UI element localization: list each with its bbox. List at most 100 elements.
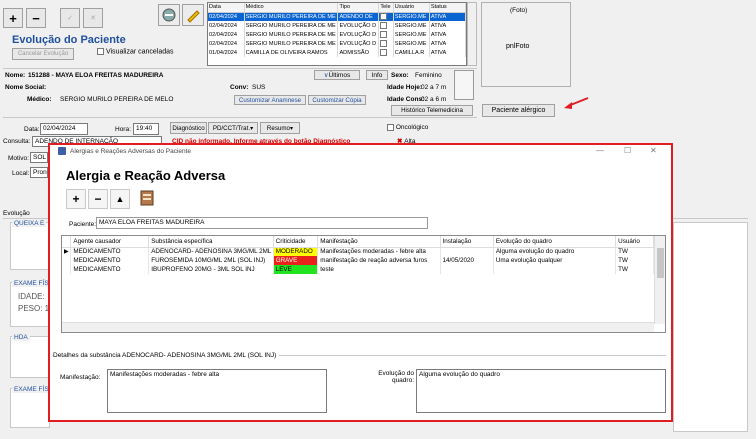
cell-agent: MEDICAMENTO bbox=[70, 247, 150, 256]
table-header-row: Agente causador Substância específica Cr… bbox=[62, 236, 654, 248]
tele-checkbox[interactable] bbox=[378, 48, 394, 57]
table-vertical-scrollbar[interactable] bbox=[654, 236, 665, 324]
queixa-label: QUEIXA E bbox=[12, 220, 47, 227]
time-field[interactable]: 19:40 bbox=[133, 123, 159, 135]
tools-icon[interactable] bbox=[158, 4, 180, 26]
tele-checkbox[interactable] bbox=[378, 21, 394, 30]
allergy-table[interactable]: Agente causador Substância específica Cr… bbox=[61, 235, 666, 333]
cell-user: SERGIO.ME bbox=[393, 39, 430, 48]
cell-status: ATIVA bbox=[429, 12, 466, 21]
hda-box[interactable] bbox=[10, 336, 50, 378]
table-row[interactable]: 02/04/2024 SERGIO MURILO PEREIRA DE ME EVO… bbox=[208, 30, 466, 39]
add-button[interactable]: + bbox=[3, 8, 23, 28]
cell-evolution: Alguma evolução do quadro bbox=[493, 247, 617, 256]
info-button[interactable]: Info bbox=[366, 70, 388, 80]
cell-manifestation: Manifestações moderadas - febre alta bbox=[317, 247, 441, 256]
cell-agent: MEDICAMENTO bbox=[70, 256, 150, 265]
tele-checkbox[interactable] bbox=[378, 39, 394, 48]
conv-label: Conv: bbox=[230, 84, 249, 91]
evolution-textarea[interactable]: Alguma evolução do quadro bbox=[416, 369, 666, 413]
column-header[interactable]: Substância específica bbox=[148, 236, 274, 248]
allergic-patient-button[interactable]: Paciente alérgico bbox=[482, 104, 555, 117]
patient-field[interactable]: MAYA ELOA FREITAS MADUREIRA bbox=[96, 217, 428, 229]
photo-panel: (Foto) pnlFoto bbox=[481, 2, 571, 87]
customize-copy-button[interactable]: Customizar Cópia bbox=[308, 95, 366, 105]
last-button[interactable]: ∨ Últimos bbox=[314, 70, 360, 80]
column-header[interactable]: Data bbox=[208, 3, 245, 13]
column-header[interactable]: Usuário bbox=[615, 236, 654, 248]
table-row[interactable]: 02/04/2024 SERGIO MURILO PEREIRA DE ME ADE… bbox=[208, 12, 466, 21]
queixa-box[interactable] bbox=[10, 222, 50, 270]
column-header[interactable]: Criticidade bbox=[273, 236, 319, 248]
column-header[interactable]: Evolução do quadro bbox=[493, 236, 617, 248]
cell-agent: MEDICAMENTO bbox=[70, 265, 150, 274]
column-header[interactable]: Tipo bbox=[337, 3, 380, 13]
row-indicator: ▶ bbox=[62, 247, 72, 256]
confirm-button[interactable]: ✓ bbox=[60, 8, 80, 28]
edit-icon[interactable] bbox=[182, 4, 204, 26]
tele-history-button[interactable]: Histórico Telemedicina bbox=[391, 105, 473, 116]
table-row[interactable]: ▶ MEDICAMENTO ADENOCARD- ADENOSINA 3MG/ML … bbox=[62, 247, 654, 256]
column-header[interactable]: Instalação bbox=[440, 236, 494, 248]
pdcct-button[interactable]: PD/CCT/Trat. ▾ bbox=[208, 122, 258, 134]
cell-user: TW bbox=[615, 265, 654, 274]
column-header[interactable]: Médico bbox=[244, 3, 339, 13]
view-cancelled-checkbox[interactable]: Visualizar canceladas bbox=[97, 48, 174, 55]
diagnosis-button[interactable]: Diagnóstico bbox=[170, 122, 207, 134]
customize-anamnese-button[interactable]: Customizar Anamnese bbox=[234, 95, 306, 105]
oncologic-checkbox[interactable]: Oncológico bbox=[387, 124, 428, 131]
view-cancelled-label: Visualizar canceladas bbox=[105, 48, 174, 56]
header-table-scrollbar[interactable] bbox=[467, 2, 477, 66]
local-label: Local: bbox=[12, 170, 30, 177]
remove-button[interactable]: − bbox=[26, 8, 46, 28]
cell-user: CAMILLA.R bbox=[393, 48, 430, 57]
cancel-button[interactable]: ✕ bbox=[83, 8, 103, 28]
column-header[interactable]: Usuário bbox=[393, 3, 430, 13]
table-row[interactable]: MEDICAMENTO IBUPROFENO 20MG - 3ML SOL INJ… bbox=[62, 265, 654, 274]
minimize-icon[interactable]: — bbox=[596, 146, 604, 155]
cell-installation bbox=[440, 247, 494, 256]
cell-date: 02/04/2024 bbox=[208, 21, 245, 30]
column-header[interactable]: Manifestação bbox=[317, 236, 441, 248]
motive-field[interactable]: SOL bbox=[30, 152, 48, 163]
add-allergy-button[interactable]: + bbox=[66, 189, 86, 209]
evolution-label: Evolução do quadro: bbox=[378, 370, 414, 384]
tele-checkbox[interactable] bbox=[378, 30, 394, 39]
maximize-icon[interactable]: ☐ bbox=[624, 146, 631, 155]
tab-evolution[interactable]: Evolução bbox=[3, 210, 30, 217]
age-cons-label: Idade Cons: bbox=[387, 96, 425, 103]
cell-doctor: SERGIO MURILO PEREIRA DE ME bbox=[244, 30, 339, 39]
evolution-history-table[interactable]: Data Médico Tipo Tele Usuário Status 02/… bbox=[207, 2, 467, 66]
summary-button[interactable]: Resumo ▾ bbox=[260, 122, 300, 134]
table-row[interactable]: 01/04/2024 CAMILLA DE OLIVEIRA RAMOS ADMIS… bbox=[208, 48, 466, 57]
date-label: Data: bbox=[24, 126, 40, 133]
table-horizontal-scrollbar[interactable] bbox=[62, 322, 654, 332]
right-edit-area[interactable] bbox=[673, 222, 748, 432]
table-row[interactable]: 02/04/2024 SERGIO MURILO PEREIRA DE ME EVO… bbox=[208, 21, 466, 30]
remove-allergy-button[interactable]: − bbox=[88, 189, 108, 209]
cell-date: 02/04/2024 bbox=[208, 12, 245, 21]
patient-thumbnail bbox=[454, 70, 474, 100]
manifestation-textarea[interactable]: Manifestações moderadas - febre alta bbox=[107, 369, 327, 413]
book-icon[interactable] bbox=[136, 187, 158, 209]
checkbox-icon bbox=[97, 48, 104, 55]
column-header[interactable]: Status bbox=[429, 3, 466, 13]
cancel-evolution-button[interactable]: Cancelar Evolução bbox=[12, 48, 74, 60]
scrollbar-thumb[interactable] bbox=[657, 248, 664, 278]
tele-checkbox[interactable] bbox=[378, 12, 394, 21]
manifestation-label: Manifestação: bbox=[60, 374, 101, 381]
table-row[interactable]: MEDICAMENTO FUROSEMIDA 10MG/ML 2ML (SOL I… bbox=[62, 256, 654, 265]
close-icon[interactable]: ✕ bbox=[650, 146, 657, 155]
cell-date: 02/04/2024 bbox=[208, 30, 245, 39]
local-field[interactable]: Pron bbox=[30, 167, 48, 178]
cell-substance: FUROSEMIDA 10MG/ML 2ML (SOL INJ) bbox=[148, 256, 274, 265]
move-up-button[interactable]: ▲ bbox=[110, 189, 130, 209]
date-field[interactable]: 02/04/2024 bbox=[40, 123, 88, 135]
photo-caption: (Foto) bbox=[510, 7, 528, 14]
exame2-box[interactable] bbox=[10, 388, 50, 428]
column-header[interactable]: Agente causador bbox=[70, 236, 150, 248]
cell-criticality: MODERADO bbox=[273, 247, 319, 256]
cell-evolution: Uma evolução qualquer bbox=[493, 256, 617, 265]
table-row[interactable]: 02/04/2024 SERGIO MURILO PEREIRA DE ME EVO… bbox=[208, 39, 466, 48]
column-header[interactable]: Tele bbox=[378, 3, 394, 13]
